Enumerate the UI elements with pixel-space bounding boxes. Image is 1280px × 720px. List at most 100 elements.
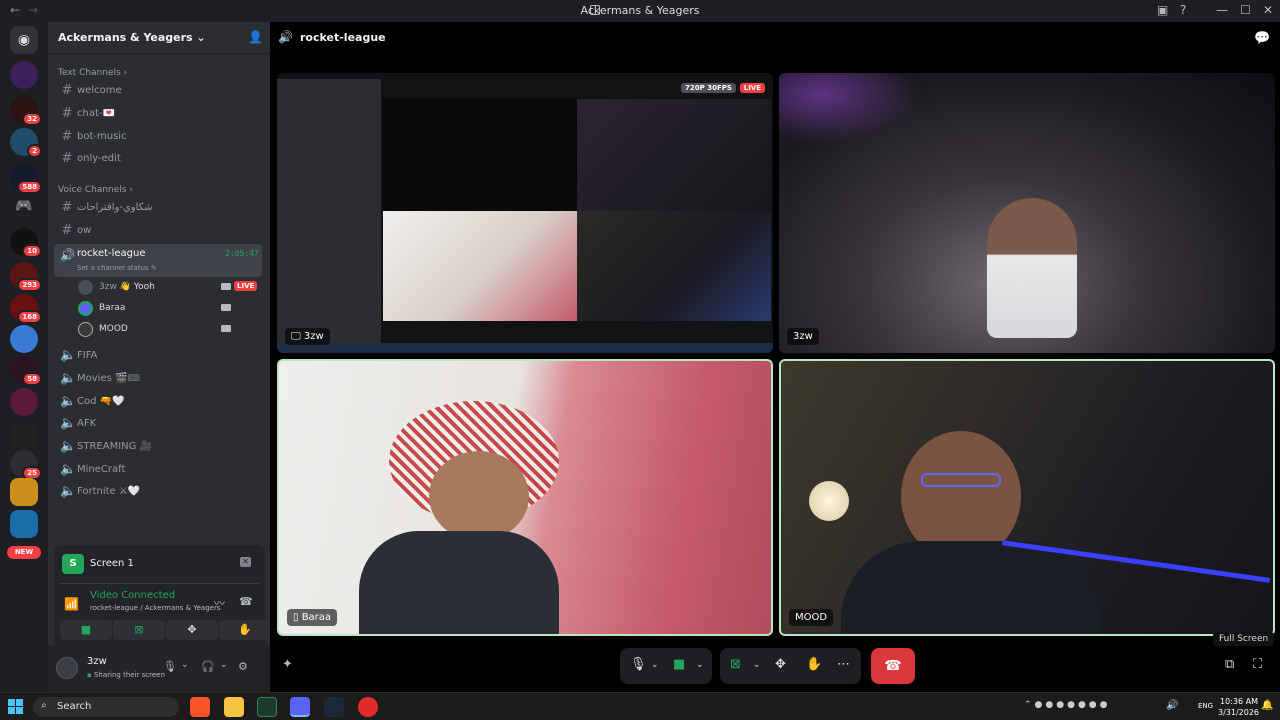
voice-user-3zw[interactable]: 3zw 👋 Yooh LIVE bbox=[78, 278, 262, 298]
activities-button[interactable]: ✥ bbox=[166, 620, 218, 640]
server-icon[interactable] bbox=[10, 478, 38, 506]
avatar[interactable] bbox=[56, 657, 78, 679]
server-icon[interactable]: 10 bbox=[10, 228, 42, 258]
call-duration: 2:05:47 bbox=[225, 249, 259, 258]
video-tile[interactable]: ▯ Baraa bbox=[277, 359, 773, 636]
voice-user-mood[interactable]: MOOD bbox=[78, 320, 262, 340]
settings-gear-icon[interactable]: ⚙ bbox=[238, 660, 248, 673]
chevron-down-icon[interactable]: ⌄ bbox=[220, 660, 228, 670]
invite-people-icon[interactable]: 👤 bbox=[248, 30, 263, 44]
channel-ow[interactable]: # ow bbox=[54, 221, 262, 241]
unread-badge: 32 bbox=[22, 112, 42, 126]
speaker-icon: 🔈 bbox=[60, 439, 77, 454]
server-icon[interactable]: 58 bbox=[10, 356, 42, 386]
file-explorer-icon[interactable] bbox=[224, 697, 244, 717]
voice-channel-fortnite[interactable]: 🔈 Fortnite ⚔🤍 bbox=[54, 482, 262, 502]
camera-button[interactable]: ■ bbox=[60, 620, 112, 640]
discord-home-icon[interactable]: ◉ bbox=[10, 26, 38, 54]
server-icon[interactable]: 293 bbox=[10, 262, 42, 292]
channel-only-edit[interactable]: # only-edit bbox=[54, 149, 262, 169]
server-icon[interactable]: 168 bbox=[10, 294, 42, 324]
video-tile[interactable]: MOOD bbox=[779, 359, 1275, 636]
voice-channel-movies[interactable]: 🔈 Movies 🎬🎟 bbox=[54, 369, 262, 389]
channel-bot-music[interactable]: # bot-music bbox=[54, 127, 262, 147]
server-icon[interactable] bbox=[10, 325, 38, 353]
server-icon[interactable] bbox=[10, 388, 38, 416]
headphones-icon[interactable]: 🎧 bbox=[201, 660, 215, 673]
chevron-down-icon[interactable]: ⌄ bbox=[181, 660, 189, 670]
voice-user-baraa[interactable]: Baraa bbox=[78, 299, 262, 319]
brave-browser-icon[interactable] bbox=[190, 697, 210, 717]
close-button[interactable]: ✕ bbox=[1263, 3, 1273, 17]
channel-status-input[interactable]: Set a channel status ✎ bbox=[77, 264, 157, 272]
full-screen-icon[interactable]: ⛶ bbox=[1253, 657, 1262, 672]
language-indicator[interactable]: ENG bbox=[1198, 702, 1213, 710]
server-icon[interactable]: 588 bbox=[10, 164, 42, 194]
hash-icon: # bbox=[61, 106, 73, 121]
voice-channel-cod[interactable]: 🔈 Cod 🔫🤍 bbox=[54, 392, 262, 412]
voice-channel-minecraft[interactable]: 🔈 MineCraft bbox=[54, 460, 262, 480]
server-icon[interactable] bbox=[10, 510, 38, 538]
minimize-button[interactable]: — bbox=[1216, 3, 1228, 17]
voice-channel-afk[interactable]: 🔈 AFK bbox=[54, 414, 262, 434]
channel-chat[interactable]: # chat-💌 bbox=[54, 104, 262, 124]
voice-channel-streaming[interactable]: 🔈 STREAMING 🎥 bbox=[54, 437, 262, 457]
taskbar-search[interactable]: ⌕ Search bbox=[33, 697, 179, 717]
server-icon[interactable]: 32 bbox=[10, 96, 42, 126]
discord-taskbar-icon[interactable] bbox=[290, 697, 310, 717]
username[interactable]: 3zw bbox=[87, 656, 107, 667]
server-icon[interactable]: 25 bbox=[10, 450, 42, 480]
microphone-icon[interactable]: 🎙 bbox=[163, 660, 177, 673]
server-icon[interactable] bbox=[10, 422, 38, 450]
server-icon[interactable]: 2 bbox=[10, 128, 42, 158]
notification-bell-icon[interactable]: 🔔 bbox=[1261, 700, 1273, 711]
stream-badges: 720P 30FPS LIVE bbox=[681, 79, 765, 93]
windows-start-icon[interactable] bbox=[8, 699, 23, 714]
noise-suppression-icon[interactable]: 〰 bbox=[214, 595, 225, 611]
chat-icon[interactable]: 💬 bbox=[1254, 31, 1270, 46]
disconnect-icon[interactable]: ☎ bbox=[239, 595, 253, 608]
maximize-button[interactable]: ☐ bbox=[1240, 3, 1251, 17]
disconnect-button[interactable]: ☎ bbox=[871, 648, 915, 684]
server-icon[interactable] bbox=[10, 61, 38, 89]
server-name[interactable]: Ackermans & Yeagers ⌄ bbox=[58, 31, 206, 44]
chevron-down-icon[interactable]: ⌄ bbox=[753, 660, 761, 670]
signal-icon[interactable]: 📶 bbox=[64, 597, 79, 611]
voice-channel-fifa[interactable]: 🔈 FIFA bbox=[54, 346, 262, 366]
channel-complaints[interactable]: # شكاوي-واقتراحات bbox=[54, 198, 262, 218]
voice-channel-rocket-league[interactable]: 🔊 rocket-league 2:05:47 Set a channel st… bbox=[54, 244, 262, 277]
connection-location[interactable]: rocket-league / Ackermans & Yeagers bbox=[90, 604, 220, 612]
pop-out-icon[interactable]: ⧉ bbox=[1225, 657, 1234, 672]
soundboard-icon[interactable]: ✋ bbox=[806, 657, 822, 672]
app-icon[interactable] bbox=[358, 697, 378, 717]
volume-icon[interactable]: 🔊 bbox=[1166, 700, 1178, 711]
help-icon[interactable]: ? bbox=[1180, 3, 1186, 17]
chevron-down-icon[interactable]: ⌄ bbox=[651, 660, 659, 670]
activity-launcher-icon[interactable]: ✦ bbox=[282, 657, 293, 672]
hash-icon: # bbox=[61, 223, 73, 238]
activities-icon[interactable]: ✥ bbox=[775, 657, 786, 672]
connection-status[interactable]: Video Connected bbox=[90, 590, 175, 601]
share-screen-icon[interactable]: ⊠ bbox=[730, 657, 741, 672]
xbox-icon[interactable] bbox=[257, 697, 277, 717]
camera-icon[interactable]: ■ bbox=[673, 657, 685, 672]
soundboard-button[interactable]: ✋ bbox=[219, 620, 271, 640]
share-screen-button[interactable]: ⊠ bbox=[113, 620, 165, 640]
gamepad-icon[interactable]: 🎮 bbox=[10, 192, 38, 220]
chevron-down-icon[interactable]: ⌄ bbox=[696, 660, 704, 670]
stream-preview-video bbox=[577, 99, 771, 211]
video-tile[interactable]: 3zw bbox=[779, 73, 1275, 353]
inbox-icon[interactable]: ▣ bbox=[1157, 3, 1168, 17]
stop-stream-icon[interactable]: ✕ bbox=[240, 557, 251, 567]
taskbar-clock[interactable]: 10:36 AM 3/31/2026 bbox=[1218, 696, 1259, 718]
more-options-icon[interactable]: ⋯ bbox=[837, 657, 850, 672]
microphone-icon[interactable]: 🎙 bbox=[630, 657, 647, 672]
category-voice-channels[interactable]: Voice Channels › bbox=[58, 185, 133, 195]
channel-welcome[interactable]: # welcome bbox=[54, 81, 262, 101]
participant-figure bbox=[987, 198, 1077, 338]
system-tray-icons[interactable]: ⌃●●●●●●● bbox=[1024, 700, 1111, 710]
server-header[interactable]: Ackermans & Yeagers ⌄ 👤 bbox=[48, 22, 270, 54]
stream-tile[interactable]: 720P 30FPS LIVE 🖵 3zw bbox=[277, 73, 773, 353]
steam-icon[interactable] bbox=[324, 697, 344, 717]
category-text-channels[interactable]: Text Channels › bbox=[58, 68, 127, 78]
